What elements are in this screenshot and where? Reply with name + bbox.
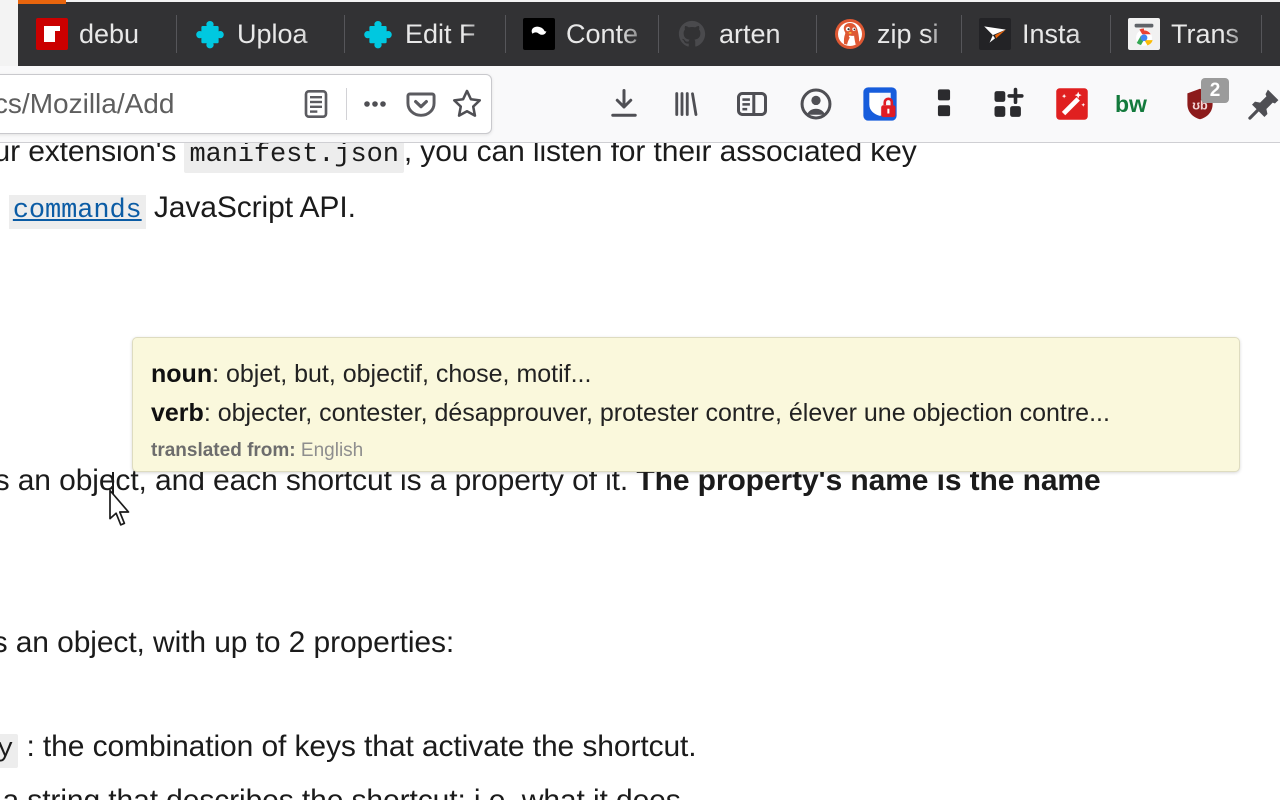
active-tab-indicator <box>18 0 66 4</box>
tooltip-source-language: English <box>300 440 364 461</box>
tab-title: arten <box>719 18 781 49</box>
black-square-icon <box>523 18 555 50</box>
tab-edit[interactable]: Edit F <box>344 2 505 66</box>
tab-upload[interactable]: Uploa <box>176 2 344 66</box>
tab-title: debu <box>79 18 140 49</box>
address-bar[interactable]: /docs/Mozilla/Add <box>0 74 492 134</box>
tab-title: zip si <box>877 18 939 49</box>
commands-api-link[interactable]: commands <box>8 195 146 229</box>
browser-window: your extension's manifest.json, you can … <box>0 0 1280 800</box>
tab-strip-inner: debu Uploa Edit F Conte arten zip si Ins… <box>18 2 1280 66</box>
content-paragraph-line-2: e commands JavaScript API. <box>0 191 356 229</box>
content-paragraph-line-6: : a string that describes the shortcut: … <box>0 784 689 800</box>
tab-title: Trans <box>1171 18 1240 49</box>
tab-strip: debu Uploa Edit F Conte arten zip si Ins… <box>0 0 1280 66</box>
tooltip-source-label: translated from: <box>151 440 296 461</box>
translation-tooltip: noun: objet, but, objectif, chose, motif… <box>132 337 1240 472</box>
tab-content[interactable]: Conte <box>505 2 658 66</box>
blue-shield-lock-icon[interactable] <box>848 74 912 134</box>
sidebar-panel-icon[interactable] <box>720 74 784 134</box>
tab-artem[interactable]: arten <box>658 2 816 66</box>
tab-debu[interactable]: debu <box>18 2 176 66</box>
downloads-button[interactable] <box>592 74 656 134</box>
tooltip-verb-label: verb <box>151 399 204 427</box>
content-paragraph-line-4: is an object, with up to 2 properties: <box>0 626 455 659</box>
chrome-webstore-icon <box>1128 18 1160 50</box>
github-icon <box>676 18 708 50</box>
toolbar-buttons: bw ʊb 2 <box>592 74 1280 134</box>
tab-zip[interactable]: zip si <box>816 2 961 66</box>
grid-plus-icon[interactable] <box>976 74 1040 134</box>
library-books-icon[interactable] <box>656 74 720 134</box>
text-caret <box>112 472 114 506</box>
ellipsis-icon[interactable] <box>353 82 397 126</box>
pushpin-icon[interactable] <box>1232 74 1280 134</box>
bw-icon[interactable]: bw <box>1104 74 1168 134</box>
pocket-icon[interactable] <box>399 82 443 126</box>
urlbar-divider <box>346 88 347 120</box>
vertical-dots-icon[interactable] <box>912 74 976 134</box>
ublock-shield-icon[interactable]: ʊb 2 <box>1168 74 1232 134</box>
inline-code-suggested-key: ey <box>0 734 19 768</box>
tab-instapaper[interactable]: Insta <box>961 2 1110 66</box>
ublock-badge-count: 2 <box>1201 78 1229 103</box>
text-run: JavaScript API. <box>145 191 356 224</box>
arrow-dart-icon <box>979 18 1011 50</box>
puzzle-piece-icon <box>362 18 394 50</box>
tab-translate[interactable]: Trans <box>1110 2 1261 66</box>
reader-view-icon[interactable] <box>294 82 338 126</box>
npm-icon <box>36 18 68 50</box>
content-paragraph-line-5: ey : the combination of keys that activa… <box>0 730 697 768</box>
tab-title: Uploa <box>237 18 308 49</box>
tab-title: Edit F <box>405 18 476 49</box>
tooltip-verb-value: : objecter, contester, désapprouver, pro… <box>203 399 1110 427</box>
red-magic-wand-icon[interactable] <box>1040 74 1104 134</box>
svg-text:bw: bw <box>1115 91 1147 117</box>
duckduckgo-icon <box>834 18 866 50</box>
account-circle-icon[interactable] <box>784 74 848 134</box>
text-run: e <box>0 191 9 224</box>
tab-title: Conte <box>566 18 639 49</box>
tooltip-noun-value: : objet, but, objectif, chose, motif... <box>212 360 592 388</box>
puzzle-piece-icon <box>194 18 226 50</box>
tab-firefox[interactable] <box>1261 2 1280 66</box>
navigation-toolbar: /docs/Mozilla/Add <box>0 66 1280 143</box>
text-run: : the combination of keys that activate … <box>18 730 697 763</box>
star-icon[interactable] <box>445 82 489 126</box>
tooltip-source-row: translated from: English <box>151 438 1239 464</box>
url-input[interactable]: /docs/Mozilla/Add <box>0 88 294 120</box>
tab-title: Insta <box>1022 18 1081 49</box>
inline-code-manifest: manifest.json <box>184 139 404 173</box>
tooltip-noun-label: noun <box>151 360 213 388</box>
tooltip-verb-row: verb: objecter, contester, désapprouver,… <box>151 394 1239 433</box>
tooltip-noun-row: noun: objet, but, objectif, chose, motif… <box>151 355 1239 394</box>
